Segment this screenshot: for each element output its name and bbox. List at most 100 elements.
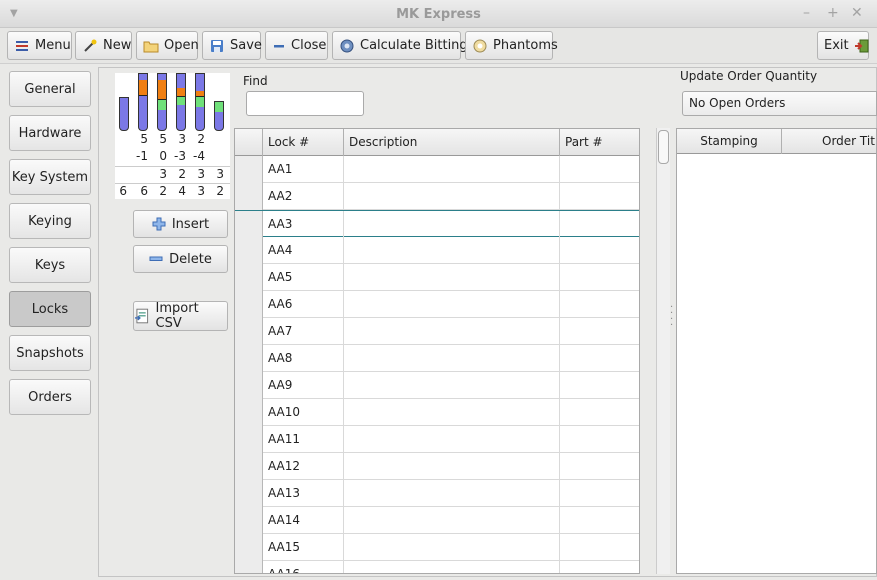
row-header[interactable] — [235, 183, 263, 210]
cell-description[interactable] — [344, 372, 560, 399]
nav-keying[interactable]: Keying — [9, 203, 91, 239]
cell-description[interactable] — [344, 426, 560, 453]
cell-lock-number[interactable]: AA11 — [263, 426, 344, 453]
scrollbar-thumb[interactable] — [658, 130, 669, 164]
row-header[interactable] — [235, 237, 263, 264]
delete-button[interactable]: Delete — [133, 245, 228, 273]
locks-table[interactable]: Lock # Description Part # AA1 AA2 AA3 AA4 AA… — [234, 128, 640, 574]
open-button[interactable]: Open — [136, 31, 199, 60]
cell-lock-number[interactable]: AA14 — [263, 507, 344, 534]
splitter-handle[interactable]: · · · · — [670, 303, 675, 335]
cell-part-number[interactable] — [560, 561, 639, 573]
maximize-icon[interactable]: + — [827, 5, 839, 21]
table-row[interactable]: AA2 — [235, 183, 639, 210]
row-header[interactable] — [235, 561, 263, 573]
cell-description[interactable] — [344, 453, 560, 480]
minimize-icon[interactable]: – — [803, 5, 810, 21]
cell-part-number[interactable] — [560, 211, 639, 238]
nav-locks[interactable]: Locks — [9, 291, 91, 327]
nav-general[interactable]: General — [9, 71, 91, 107]
cell-part-number[interactable] — [560, 480, 639, 507]
cell-part-number[interactable] — [560, 318, 639, 345]
cell-part-number[interactable] — [560, 534, 639, 561]
cell-lock-number[interactable]: AA8 — [263, 345, 344, 372]
orders-table[interactable]: Stamping Order Tit — [676, 128, 877, 574]
cell-lock-number[interactable]: AA9 — [263, 372, 344, 399]
cell-part-number[interactable] — [560, 426, 639, 453]
close-window-icon[interactable]: ✕ — [851, 5, 863, 21]
row-header[interactable] — [235, 372, 263, 399]
table-row[interactable]: AA13 — [235, 480, 639, 507]
cell-part-number[interactable] — [560, 345, 639, 372]
cell-lock-number[interactable]: AA6 — [263, 291, 344, 318]
cell-description[interactable] — [344, 156, 560, 183]
cell-description[interactable] — [344, 345, 560, 372]
cell-lock-number[interactable]: AA16 — [263, 561, 344, 573]
row-header[interactable] — [235, 399, 263, 426]
column-header-part[interactable]: Part # — [560, 129, 639, 156]
row-header[interactable] — [235, 534, 263, 561]
close-button[interactable]: Close — [265, 31, 328, 60]
nav-hardware[interactable]: Hardware — [9, 115, 91, 151]
save-button[interactable]: Save — [202, 31, 262, 60]
table-row[interactable]: AA15 — [235, 534, 639, 561]
cell-lock-number[interactable]: AA3 — [263, 211, 344, 238]
vertical-scrollbar[interactable] — [656, 128, 670, 574]
row-header[interactable] — [235, 345, 263, 372]
column-header-lock[interactable]: Lock # — [263, 129, 344, 156]
cell-description[interactable] — [344, 237, 560, 264]
table-row[interactable]: AA1 — [235, 156, 639, 183]
menu-button[interactable]: Menu — [7, 31, 72, 60]
cell-part-number[interactable] — [560, 183, 639, 210]
cell-part-number[interactable] — [560, 399, 639, 426]
insert-button[interactable]: Insert — [133, 210, 228, 238]
row-header[interactable] — [235, 264, 263, 291]
calculate-bittings-button[interactable]: Calculate Bittings — [332, 31, 474, 60]
table-row[interactable]: AA8 — [235, 345, 639, 372]
column-header-stamping[interactable]: Stamping — [677, 129, 782, 154]
nav-orders[interactable]: Orders — [9, 379, 91, 415]
table-row[interactable]: AA3 — [235, 210, 639, 238]
row-header[interactable] — [235, 318, 263, 345]
cell-description[interactable] — [344, 291, 560, 318]
cell-lock-number[interactable]: AA13 — [263, 480, 344, 507]
table-row[interactable]: AA4 — [235, 237, 639, 264]
table-row[interactable]: AA6 — [235, 291, 639, 318]
cell-lock-number[interactable]: AA10 — [263, 399, 344, 426]
cell-lock-number[interactable]: AA7 — [263, 318, 344, 345]
column-header-order-title[interactable]: Order Tit — [782, 129, 876, 154]
cell-part-number[interactable] — [560, 453, 639, 480]
row-header[interactable] — [235, 426, 263, 453]
cell-description[interactable] — [344, 507, 560, 534]
row-header[interactable] — [235, 480, 263, 507]
column-header-description[interactable]: Description — [344, 129, 560, 156]
cell-lock-number[interactable]: AA12 — [263, 453, 344, 480]
import-csv-button[interactable]: Import CSV — [133, 301, 228, 331]
cell-description[interactable] — [344, 264, 560, 291]
phantoms-button[interactable]: Phantoms — [465, 31, 558, 60]
cell-part-number[interactable] — [560, 264, 639, 291]
row-header[interactable] — [235, 507, 263, 534]
nav-keys[interactable]: Keys — [9, 247, 91, 283]
cell-description[interactable] — [344, 318, 560, 345]
table-row[interactable]: AA11 — [235, 426, 639, 453]
nav-snapshots[interactable]: Snapshots — [9, 335, 91, 371]
table-row[interactable]: AA14 — [235, 507, 639, 534]
cell-lock-number[interactable]: AA1 — [263, 156, 344, 183]
cell-lock-number[interactable]: AA2 — [263, 183, 344, 210]
cell-description[interactable] — [344, 561, 560, 573]
cell-description[interactable] — [344, 480, 560, 507]
cell-description[interactable] — [344, 211, 560, 238]
cell-description[interactable] — [344, 534, 560, 561]
table-row[interactable]: AA12 — [235, 453, 639, 480]
table-row[interactable]: AA16 — [235, 561, 639, 573]
row-header[interactable] — [235, 453, 263, 480]
cell-part-number[interactable] — [560, 291, 639, 318]
table-row[interactable]: AA10 — [235, 399, 639, 426]
cell-description[interactable] — [344, 399, 560, 426]
cell-lock-number[interactable]: AA4 — [263, 237, 344, 264]
cell-part-number[interactable] — [560, 237, 639, 264]
cell-part-number[interactable] — [560, 372, 639, 399]
row-header[interactable] — [235, 291, 263, 318]
row-header[interactable] — [235, 211, 263, 238]
